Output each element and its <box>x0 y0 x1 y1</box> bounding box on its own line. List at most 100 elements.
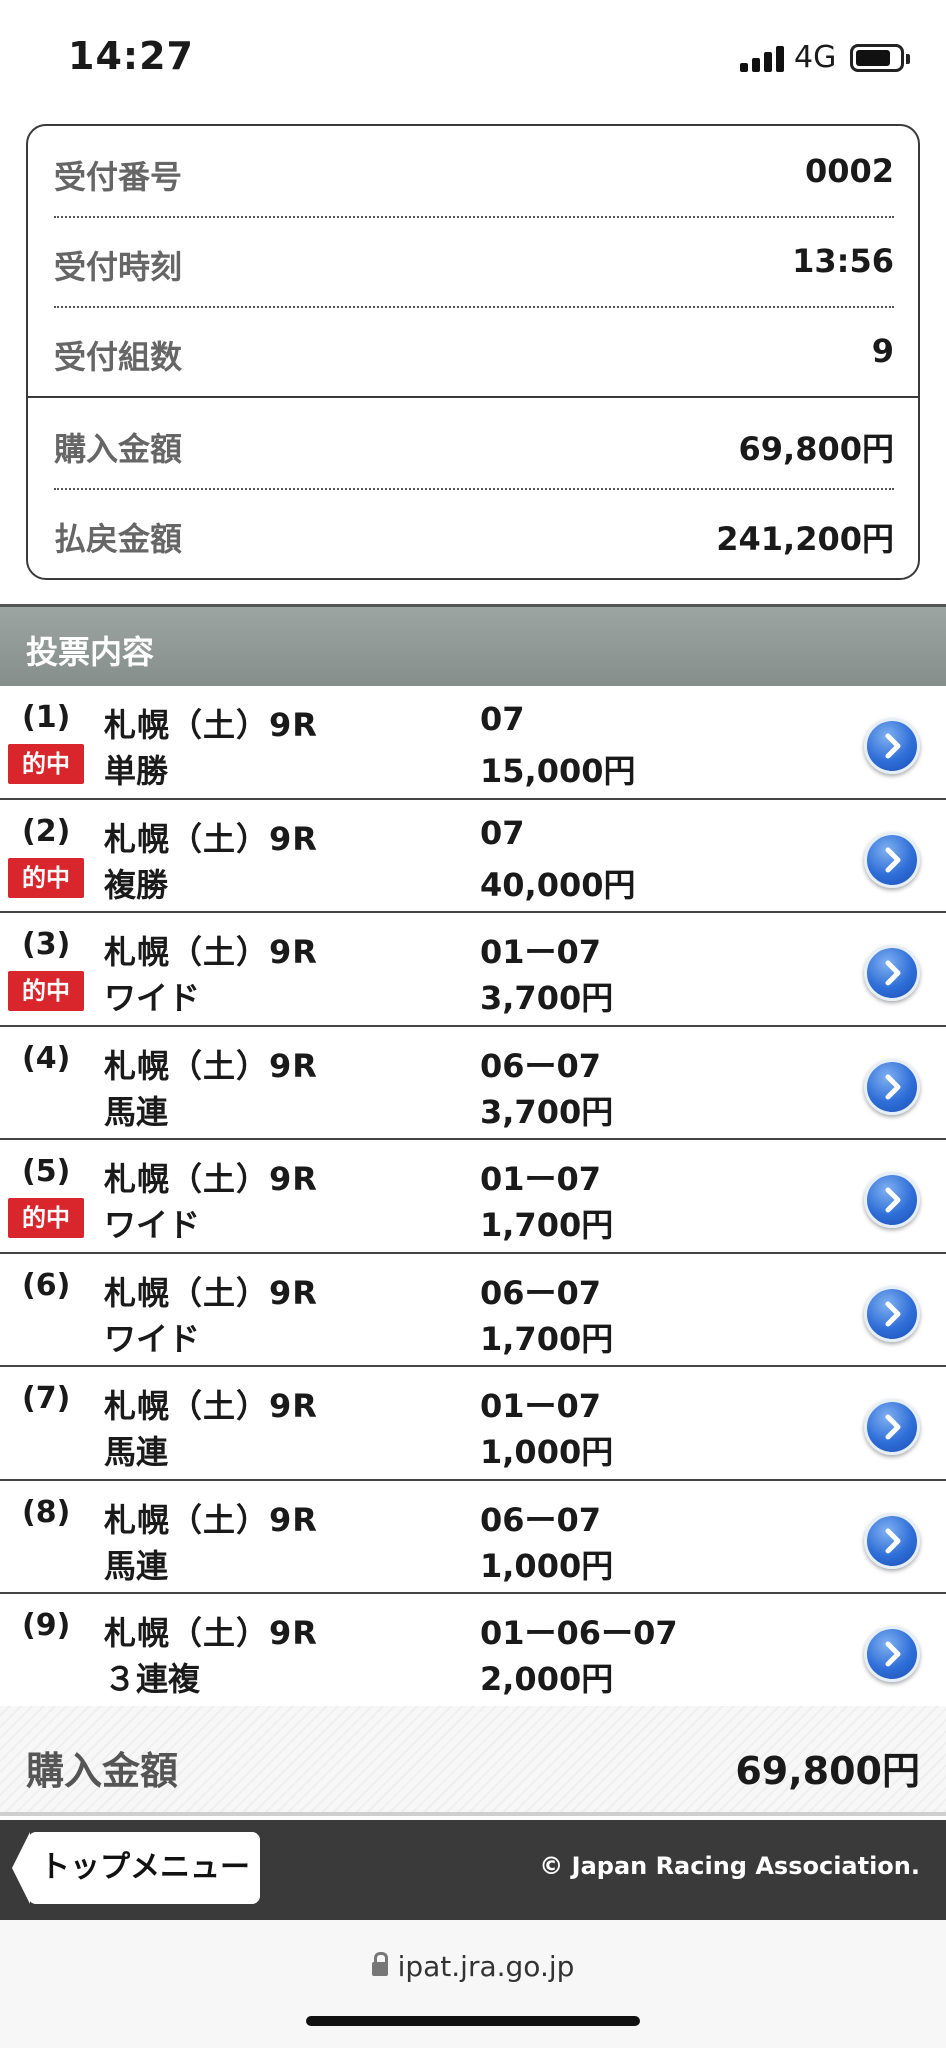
lock-icon <box>371 1952 388 1978</box>
url-display[interactable]: ipat.jra.go.jp <box>0 1950 946 1983</box>
bet-race: 札幌（土）9R <box>104 1387 318 1425</box>
bet-type: 馬連 <box>104 1433 169 1471</box>
bet-combination: 07 <box>480 813 525 852</box>
summary-value: 9 <box>871 332 894 370</box>
bet-combination: 01ー07 <box>480 933 602 971</box>
summary-label: 購入金額 <box>54 430 183 468</box>
top-menu-button[interactable]: トップメニュー <box>12 1832 260 1904</box>
summary-label: 受付時刻 <box>54 248 183 286</box>
bet-number: (5) <box>22 1154 71 1189</box>
bet-race: 札幌（土）9R <box>104 933 318 971</box>
bet-amount: 40,000円 <box>480 865 636 904</box>
bet-combination: 06ー07 <box>480 1273 602 1312</box>
chevron-right-icon[interactable] <box>864 718 920 774</box>
hit-badge: 的中 <box>8 857 84 898</box>
bet-type: 馬連 <box>104 1546 169 1585</box>
bet-amount: 1,700円 <box>480 1206 614 1244</box>
bet-race: 札幌（土）9R <box>104 1160 318 1198</box>
battery-icon <box>850 44 910 72</box>
bet-race: 札幌（土）9R <box>104 1046 318 1085</box>
bet-number: (9) <box>22 1608 71 1643</box>
bet-type: ３連複 <box>104 1660 201 1698</box>
bet-race: 札幌（土）9R <box>104 1500 318 1539</box>
bet-number: (1) <box>22 700 71 735</box>
bet-amount: 1,000円 <box>480 1546 614 1585</box>
hit-badge: 的中 <box>8 1198 84 1238</box>
network-label: 4G <box>794 40 837 75</box>
total-bar: 購入金額 69,800円 <box>0 1706 946 1816</box>
chevron-right-icon[interactable] <box>864 1399 920 1455</box>
bet-type: 馬連 <box>104 1092 169 1131</box>
section-header: 投票内容 <box>0 604 946 686</box>
bet-row[interactable]: (7) 札幌（土）9R 馬連 01ー07 1,000円 <box>0 1367 946 1481</box>
bet-number: (8) <box>22 1494 71 1530</box>
bet-combination: 06ー07 <box>480 1046 602 1085</box>
copyright-text: © Japan Racing Association. <box>539 1852 920 1880</box>
bet-row[interactable]: (3) 札幌（土）9R 的中 ワイド 01ー07 3,700円 <box>0 913 946 1027</box>
total-value: 69,800円 <box>735 1749 920 1793</box>
total-label: 購入金額 <box>26 1749 179 1793</box>
summary-row-combination-count: 受付組数 9 <box>54 306 894 396</box>
bet-row[interactable]: (2) 札幌（土）9R 的中 複勝 07 40,000円 <box>0 799 946 913</box>
chevron-right-icon[interactable] <box>864 1512 920 1569</box>
bet-number: (4) <box>22 1040 71 1076</box>
summary-value: 13:56 <box>792 242 894 280</box>
bet-type: ワイド <box>104 1319 201 1358</box>
summary-row-receipt-number: 受付番号 0002 <box>54 126 894 216</box>
summary-row-payout-amount: 払戻金額 241,200円 <box>54 488 894 578</box>
bet-combination: 01ー06ー07 <box>480 1614 678 1652</box>
summary-label: 払戻金額 <box>54 520 183 558</box>
hit-badge: 的中 <box>8 744 84 784</box>
chevron-right-icon[interactable] <box>864 1285 920 1342</box>
bet-amount: 1,700円 <box>480 1319 614 1358</box>
summary-value: 241,200円 <box>716 520 894 558</box>
bet-race: 札幌（土）9R <box>104 1614 318 1652</box>
bet-row[interactable]: (1) 札幌（土）9R 的中 単勝 07 15,000円 <box>0 686 946 800</box>
bet-race: 札幌（土）9R <box>104 1273 318 1312</box>
bet-type: 複勝 <box>104 865 169 904</box>
bet-combination: 07 <box>480 700 525 738</box>
bet-row[interactable]: (6) 札幌（土）9R ワイド 06ー07 1,700円 <box>0 1253 946 1367</box>
summary-label: 受付番号 <box>54 158 183 196</box>
bet-combination: 01ー07 <box>480 1160 602 1198</box>
bet-list: (1) 札幌（土）9R 的中 単勝 07 15,000円 (2) 札幌（土）9R 的中 複勝 07 4… <box>0 686 946 1708</box>
summary-row-receipt-time: 受付時刻 13:56 <box>54 216 894 306</box>
chevron-right-icon[interactable] <box>864 945 920 1001</box>
receipt-summary-card: 受付番号 0002 受付時刻 13:56 受付組数 9 購入金額 69,800円… <box>26 124 920 580</box>
bet-number: (3) <box>22 927 71 962</box>
section-title: 投票内容 <box>26 633 155 671</box>
summary-value: 0002 <box>804 152 894 190</box>
bet-amount: 15,000円 <box>480 752 636 790</box>
bet-row[interactable]: (5) 札幌（土）9R 的中 ワイド 01ー07 1,700円 <box>0 1140 946 1254</box>
chevron-right-icon[interactable] <box>864 1172 920 1228</box>
bet-row[interactable]: (9) 札幌（土）9R ３連複 01ー06ー07 2,000円 <box>0 1594 946 1708</box>
bet-race: 札幌（土）9R <box>104 706 318 744</box>
chevron-right-icon[interactable] <box>864 831 920 888</box>
bet-number: (6) <box>22 1267 71 1303</box>
bet-type: ワイド <box>104 979 201 1017</box>
bet-amount: 3,700円 <box>480 1092 614 1131</box>
bet-row[interactable]: (4) 札幌（土）9R 馬連 06ー07 3,700円 <box>0 1026 946 1140</box>
url-text: ipat.jra.go.jp <box>397 1950 575 1983</box>
bet-amount: 2,000円 <box>480 1660 614 1698</box>
bet-type: ワイド <box>104 1206 201 1244</box>
chevron-right-icon[interactable] <box>864 1058 920 1115</box>
bet-row[interactable]: (8) 札幌（土）9R 馬連 06ー07 1,000円 <box>0 1480 946 1594</box>
signal-icon <box>740 44 786 72</box>
bet-type: 単勝 <box>104 752 169 790</box>
browser-url-bar[interactable]: ipat.jra.go.jp <box>0 1920 946 2048</box>
home-indicator[interactable] <box>306 2016 640 2026</box>
summary-label: 受付組数 <box>54 338 183 376</box>
bet-number: (7) <box>22 1381 71 1416</box>
bet-number: (2) <box>22 813 71 849</box>
bottom-nav-bar: トップメニュー © Japan Racing Association. <box>0 1820 946 1920</box>
summary-row-purchase-amount: 購入金額 69,800円 <box>54 398 894 488</box>
bet-amount: 3,700円 <box>480 979 614 1017</box>
status-bar: 14:27 4G <box>0 0 946 110</box>
bet-amount: 1,000円 <box>480 1433 614 1471</box>
summary-value: 69,800円 <box>738 430 895 468</box>
bet-combination: 06ー07 <box>480 1500 602 1539</box>
bet-combination: 01ー07 <box>480 1387 602 1425</box>
chevron-right-icon[interactable] <box>864 1626 920 1682</box>
status-time: 14:27 <box>68 34 194 78</box>
